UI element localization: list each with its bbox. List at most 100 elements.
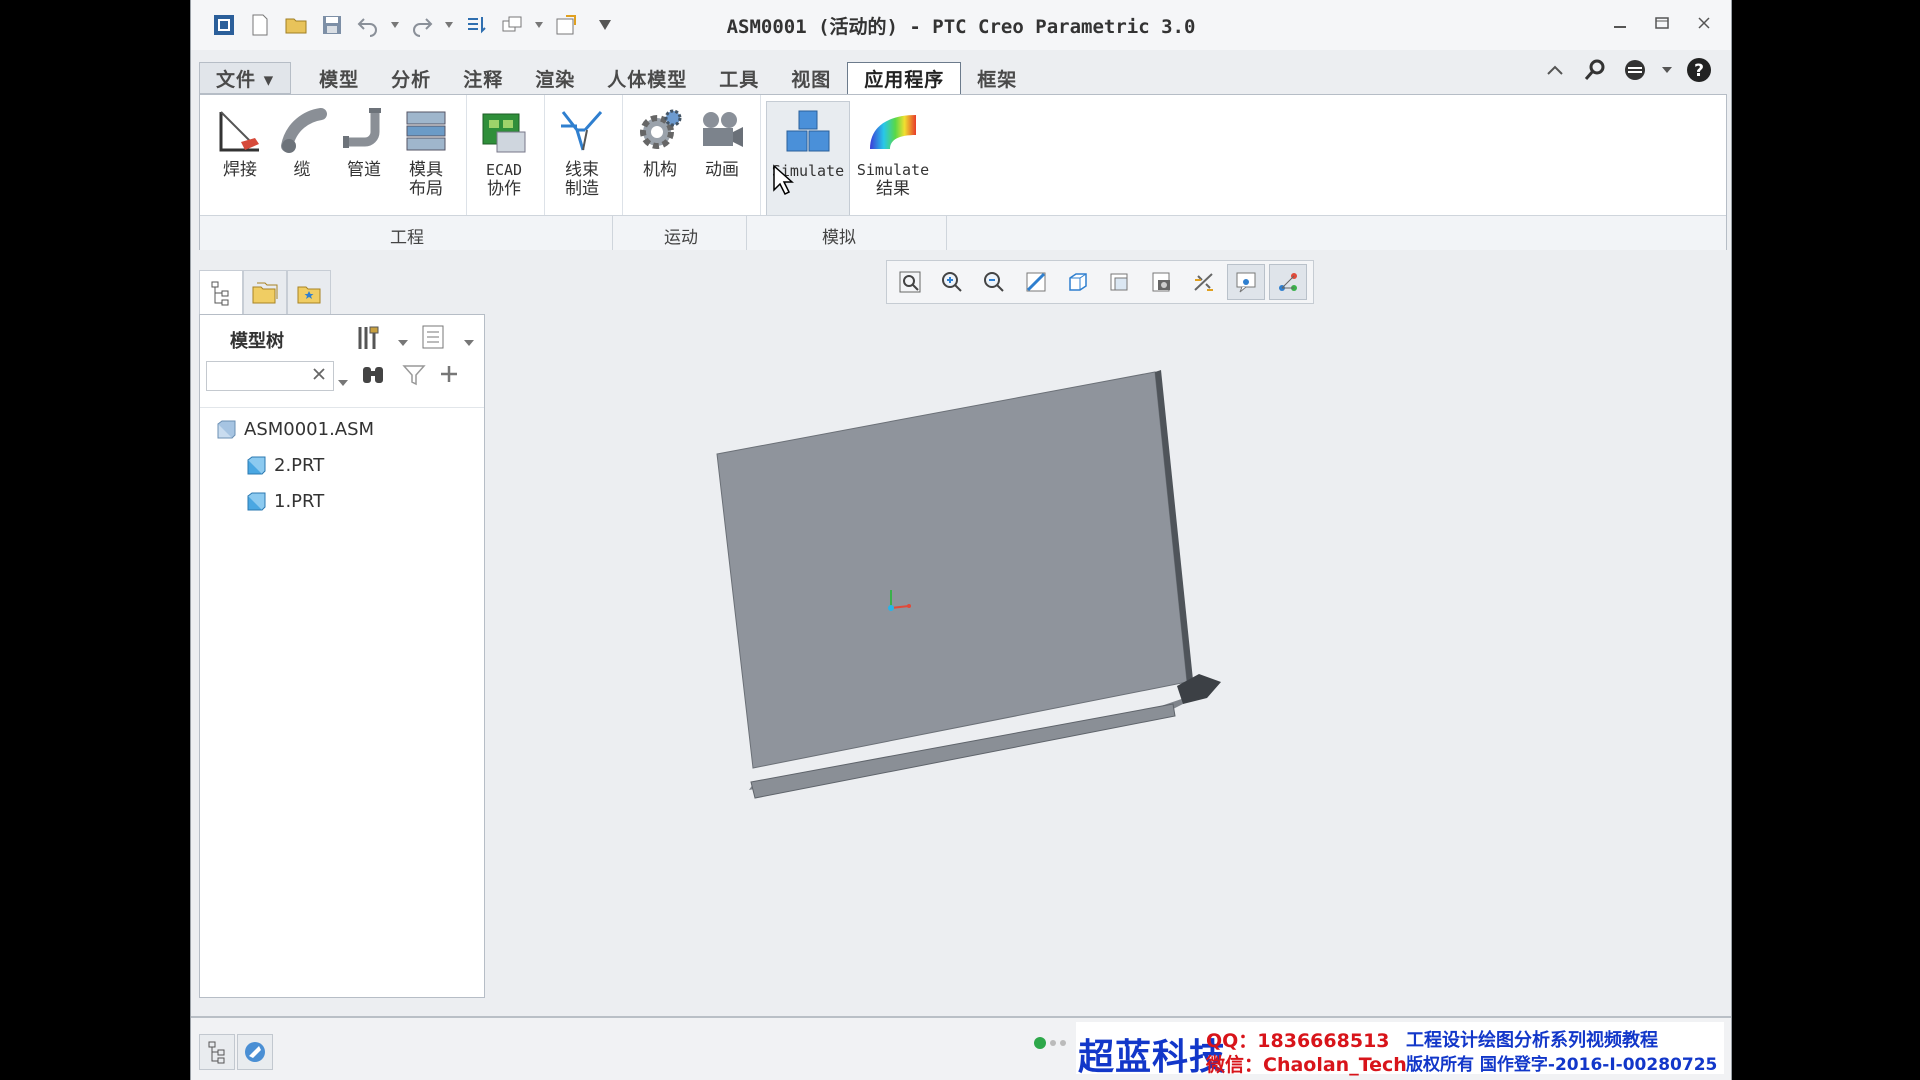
svg-text:?: ? xyxy=(1694,61,1704,81)
community-dropdown-icon[interactable] xyxy=(1661,56,1673,84)
tab-framework[interactable]: 框架 xyxy=(961,62,1033,94)
watermark-qq: QQ：1836668513 xyxy=(1206,1030,1390,1052)
close-window-icon[interactable] xyxy=(551,10,581,40)
model-tree-icon xyxy=(211,281,229,306)
undo-dropdown-icon[interactable] xyxy=(389,10,401,40)
animation-button[interactable]: 动画 xyxy=(690,101,754,221)
tab-annotate[interactable]: 注释 xyxy=(447,62,519,94)
model-tree-title: 模型树 xyxy=(230,331,284,352)
zoom-out-icon[interactable] xyxy=(975,264,1013,300)
toggle-navigator-icon[interactable] xyxy=(199,1034,235,1070)
mold-layout-button[interactable]: 模具 布局 xyxy=(394,101,458,221)
minimize-icon[interactable] xyxy=(1609,12,1631,34)
show-options-icon[interactable] xyxy=(420,323,448,355)
save-icon[interactable] xyxy=(317,10,347,40)
search-icon[interactable] xyxy=(1581,56,1609,84)
search-dropdown-icon[interactable] xyxy=(338,371,348,390)
simulate-button[interactable]: Simulate xyxy=(766,101,850,223)
app-menu-icon[interactable] xyxy=(209,10,239,40)
datum-display-icon[interactable] xyxy=(1185,264,1223,300)
tree-node-part-2[interactable]: 2.PRT xyxy=(246,455,324,476)
part-2-body[interactable] xyxy=(716,371,1188,769)
refit-icon[interactable] xyxy=(891,264,929,300)
find-binoculars-icon[interactable] xyxy=(360,363,386,391)
mouse-cursor-icon xyxy=(773,164,794,196)
group-label-motion: 运动 xyxy=(664,228,698,248)
ribbon-tabs: 文件 ▾ 模型 分析 注释 渲染 人体模型 工具 视图 应用程序 框架 xyxy=(199,62,1033,94)
mold-layout-icon xyxy=(406,111,446,151)
tab-tools[interactable]: 工具 xyxy=(703,62,775,94)
tab-file[interactable]: 文件 ▾ xyxy=(199,62,292,94)
tab-applications[interactable]: 应用程序 xyxy=(847,62,962,94)
undo-icon[interactable] xyxy=(353,10,383,40)
repaint-icon[interactable] xyxy=(1017,264,1055,300)
piping-button[interactable]: 管道 xyxy=(332,101,396,221)
model-tree-header: 模型树 xyxy=(200,315,484,355)
harness-manufacturing-button[interactable]: 线束 制造 xyxy=(550,101,614,221)
tree-settings-icon[interactable] xyxy=(354,323,382,355)
simulate-results-icon xyxy=(870,115,916,149)
piping-icon xyxy=(343,108,381,148)
saved-orientations-icon[interactable] xyxy=(1101,264,1139,300)
collapse-ribbon-icon[interactable] xyxy=(1541,56,1569,84)
add-icon[interactable] xyxy=(438,363,460,389)
community-icon[interactable] xyxy=(1621,56,1649,84)
filter-icon[interactable] xyxy=(402,363,426,391)
window-controls xyxy=(1609,12,1715,34)
ribbon-panel: 焊接 缆 管道 模具 布局 ECAD 协作 线束 制造 机构 动画 Simula… xyxy=(199,94,1727,250)
ribbon-right-tools: ? xyxy=(1541,56,1713,84)
watermark-tagline: 工程设计绘图分析系列视频教程 xyxy=(1406,1030,1658,1051)
watermark-brand: 超蓝科技 xyxy=(1078,1037,1227,1078)
group-label-engineering: 工程 xyxy=(390,228,424,248)
tab-analysis[interactable]: 分析 xyxy=(375,62,447,94)
clear-search-icon[interactable] xyxy=(311,366,327,386)
tab-model-tree[interactable] xyxy=(199,270,243,315)
weld-button[interactable]: 焊接 xyxy=(208,101,272,221)
simulate-results-button[interactable]: Simulate 结果 xyxy=(852,101,934,221)
zoom-in-icon[interactable] xyxy=(933,264,971,300)
title-bar: ASM0001 (活动的) - PTC Creo Parametric 3.0 xyxy=(191,0,1731,50)
ecad-collaboration-button[interactable]: ECAD 协作 xyxy=(472,101,536,221)
mechanism-button[interactable]: 机构 xyxy=(628,101,692,221)
part-icon xyxy=(247,492,266,510)
model-view[interactable] xyxy=(491,250,1725,1010)
toggle-browser-icon[interactable] xyxy=(237,1034,273,1070)
harness-icon xyxy=(561,111,603,151)
group-label-simulation: 模拟 xyxy=(822,228,856,248)
graphics-area[interactable] xyxy=(491,250,1725,1010)
cable-button[interactable]: 缆 xyxy=(270,101,334,221)
tree-node-part-1[interactable]: 1.PRT xyxy=(246,491,324,512)
tree-search-input[interactable] xyxy=(206,361,334,391)
close-icon[interactable] xyxy=(1693,12,1715,34)
navigator-tabs xyxy=(199,270,331,316)
windows-dropdown-icon[interactable] xyxy=(533,10,545,40)
watermark-copyright: 版权所有 国作登字-2016-I-00280725 xyxy=(1406,1055,1718,1075)
new-file-icon[interactable] xyxy=(245,10,275,40)
regenerate-icon[interactable] xyxy=(461,10,491,40)
creo-window: ASM0001 (活动的) - PTC Creo Parametric 3.0 … xyxy=(190,0,1732,1080)
tab-folder-browser[interactable] xyxy=(243,270,287,316)
maximize-icon[interactable] xyxy=(1651,12,1673,34)
tab-model[interactable]: 模型 xyxy=(303,62,375,94)
tree-node-assembly[interactable]: ASM0001.ASM xyxy=(216,419,374,440)
spin-center-icon[interactable] xyxy=(1269,264,1307,300)
help-icon[interactable]: ? xyxy=(1685,56,1713,84)
open-folder-icon[interactable] xyxy=(281,10,311,40)
simulate-icon xyxy=(786,110,830,152)
customize-toolbar-icon[interactable] xyxy=(599,10,611,40)
tree-settings-dropdown-icon[interactable] xyxy=(398,331,408,350)
display-style-icon[interactable] xyxy=(1059,264,1097,300)
tab-manikin[interactable]: 人体模型 xyxy=(591,62,703,94)
part-icon xyxy=(247,456,266,474)
annotation-display-icon[interactable] xyxy=(1227,264,1265,300)
redo-icon[interactable] xyxy=(407,10,437,40)
view-manager-icon[interactable] xyxy=(1143,264,1181,300)
tab-render[interactable]: 渲染 xyxy=(519,62,591,94)
windows-icon[interactable] xyxy=(497,10,527,40)
gear-icon xyxy=(640,109,682,149)
tab-favorites[interactable] xyxy=(287,270,331,316)
redo-dropdown-icon[interactable] xyxy=(443,10,455,40)
tab-view[interactable]: 视图 xyxy=(775,62,847,94)
show-options-dropdown-icon[interactable] xyxy=(464,331,474,350)
cable-icon xyxy=(281,108,327,153)
